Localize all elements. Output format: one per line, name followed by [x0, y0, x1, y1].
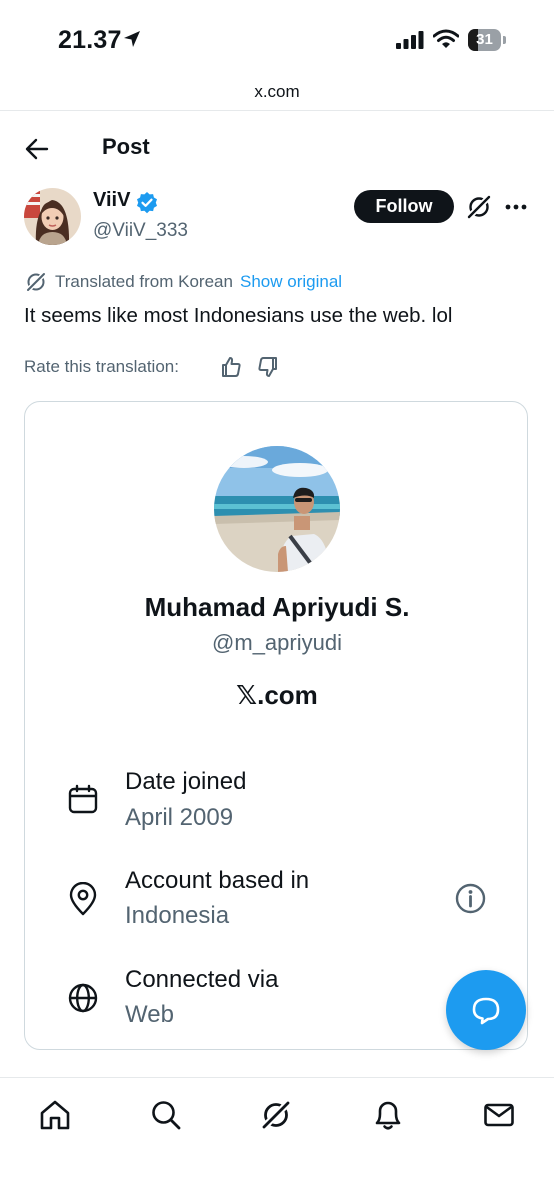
info-icon — [455, 883, 486, 914]
site-label: 𝕏.com — [236, 680, 318, 710]
author-avatar[interactable] — [24, 188, 81, 245]
page-title: Post — [102, 134, 150, 159]
profile-photo — [214, 446, 340, 572]
account-based-in-value: Indonesia — [125, 902, 230, 929]
rate-translation-label: Rate this translation: — [24, 357, 179, 376]
grok-translate-icon — [24, 270, 48, 294]
post-text: It seems like most Indonesians use the w… — [24, 304, 453, 327]
connected-via-value: Web — [125, 1001, 174, 1028]
divider — [0, 110, 554, 111]
profile-name: Muhamad Apriyudi S. — [144, 592, 410, 622]
more-options-button[interactable] — [504, 196, 528, 218]
grok-icon — [465, 193, 493, 221]
grok-button[interactable] — [465, 193, 493, 221]
new-message-fab[interactable] — [446, 970, 526, 1050]
status-time: 21.37 — [58, 26, 122, 54]
thumbs-down-icon — [258, 357, 277, 377]
show-original-link[interactable]: Show original — [240, 272, 342, 292]
translated-label: Translated from Korean — [55, 272, 233, 291]
profile-handle: @m_apriyudi — [212, 630, 342, 655]
nav-search[interactable] — [149, 1098, 183, 1132]
cellular-signal-icon — [396, 31, 426, 49]
account-based-in-label: Account based in — [125, 867, 310, 894]
url-bar[interactable]: x.com — [0, 82, 554, 102]
follow-button[interactable]: Follow — [354, 190, 454, 223]
nav-grok[interactable] — [259, 1098, 293, 1132]
divider — [0, 1077, 554, 1078]
search-icon — [152, 1101, 181, 1130]
verified-badge-icon — [135, 191, 159, 215]
back-button[interactable] — [24, 136, 50, 162]
messages-icon — [484, 1103, 514, 1127]
grok-icon — [259, 1098, 293, 1132]
nav-notifications[interactable] — [371, 1098, 405, 1132]
date-joined-value: April 2009 — [125, 804, 234, 831]
calendar-icon — [67, 783, 99, 815]
globe-icon — [67, 982, 99, 1014]
battery-icon: 31 — [468, 29, 506, 51]
notifications-icon — [375, 1101, 401, 1130]
date-joined-label: Date joined — [125, 768, 247, 795]
chat-bubble-icon — [472, 997, 500, 1025]
home-icon — [40, 1100, 70, 1130]
more-horizontal-icon — [505, 204, 527, 210]
nav-home[interactable] — [38, 1098, 72, 1132]
location-pin-icon — [67, 882, 99, 916]
thumbs-down-button[interactable] — [256, 355, 280, 379]
location-arrow-icon — [122, 29, 142, 49]
arrow-left-icon — [25, 138, 49, 160]
thumbs-up-icon — [222, 357, 241, 377]
info-button[interactable] — [455, 883, 486, 914]
nav-messages[interactable] — [482, 1098, 516, 1132]
battery-percent: 31 — [476, 31, 493, 48]
author-handle[interactable]: @ViiV_333 — [93, 220, 188, 242]
wifi-icon — [433, 29, 459, 49]
author-name[interactable]: ViiV — [93, 189, 130, 212]
connected-via-label: Connected via — [125, 966, 279, 993]
thumbs-up-button[interactable] — [219, 355, 243, 379]
